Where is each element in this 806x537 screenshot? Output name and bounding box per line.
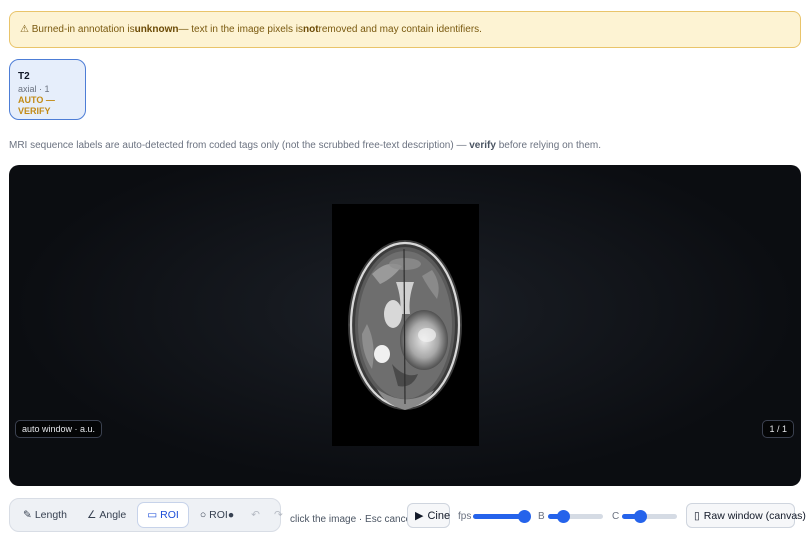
raw-window-button[interactable]: ▯ Raw window (canvas) [686,503,806,528]
dicom-viewer-page: ⚠ Burned-in annotation is unknown — text… [0,0,806,537]
sequence-label-note: MRI sequence labels are auto-detected fr… [9,140,601,151]
brightness-label: B [538,511,545,522]
roi-ellipse-tool-button[interactable]: ○ ROI● [191,502,243,528]
window-level-badge: auto window · a.u. [15,420,103,438]
frame-counter-badge: 1 / 1 [762,420,794,438]
roi-rect-tool-button[interactable]: ▭ ROI [137,502,189,528]
note-suffix: before relying on them. [495,140,601,151]
undo-button[interactable]: ↶ [245,502,266,528]
contrast-label: C [612,511,620,522]
image-viewport[interactable]: auto window · a.u. 1 / 1 [9,165,801,486]
warning-strong-unknown: unknown [134,24,179,35]
roi-ellipse-tool-label: ROI● [209,509,235,521]
length-tool-label: Length [34,509,67,521]
ellipse-icon: ○ [199,509,207,521]
note-prefix: MRI sequence labels are auto-detected fr… [9,140,470,151]
warning-text-suffix: removed and may contain identifiers. [318,24,482,35]
series-title: T2 [18,71,30,82]
brain-scan-graphic [348,240,462,410]
brightness-slider[interactable] [548,510,603,523]
fps-slider[interactable] [473,510,532,523]
redo-button[interactable]: ↷ [268,502,289,528]
fps-slider-handle[interactable] [518,510,532,523]
series-card-t2[interactable]: T2 axial · 1 AUTO — VERIFY [9,59,86,120]
ruler-icon: ✎ [23,509,32,521]
series-subtitle: axial · 1 [18,84,50,94]
cine-button[interactable]: ▶ Cine [407,503,450,528]
undo-icon: ↶ [251,509,260,521]
fps-slider-fill [473,514,525,519]
angle-icon: ∠ [86,509,97,521]
series-verify-status: AUTO — VERIFY [18,95,55,116]
length-tool-button[interactable]: ✎ Length [14,502,76,528]
warning-text-middle: — text in the image pixels is [178,24,303,35]
redo-icon: ↷ [273,509,283,521]
note-strong-verify: verify [469,140,496,151]
raw-window-label: Raw window (canvas) [703,509,806,522]
warning-text-prefix: ⚠ Burned-in annotation is [20,24,135,35]
rectangle-icon: ▭ [147,509,158,521]
burned-in-warning-banner: ⚠ Burned-in annotation is unknown — text… [9,11,801,48]
annotation-toolbar: ✎ Length ∠ Angle ▭ ROI ○ ROI● ↶ ↷ [9,498,283,532]
roi-rect-tool-label: ROI [160,509,179,521]
warning-strong-not: not [302,24,319,35]
angle-tool-button[interactable]: ∠ Angle [78,502,135,528]
fps-label: fps [458,511,472,522]
canvas-icon: ▯ [694,509,700,522]
angle-tool-label: Angle [99,509,127,521]
tool-hint-text: click the image · Esc cancels [290,514,419,525]
brightness-slider-handle[interactable] [557,510,571,523]
contrast-slider[interactable] [622,510,677,523]
play-icon: ▶ [415,510,424,522]
contrast-slider-handle[interactable] [634,510,648,523]
cine-label: Cine [427,509,451,522]
mri-axial-image[interactable] [332,204,479,446]
